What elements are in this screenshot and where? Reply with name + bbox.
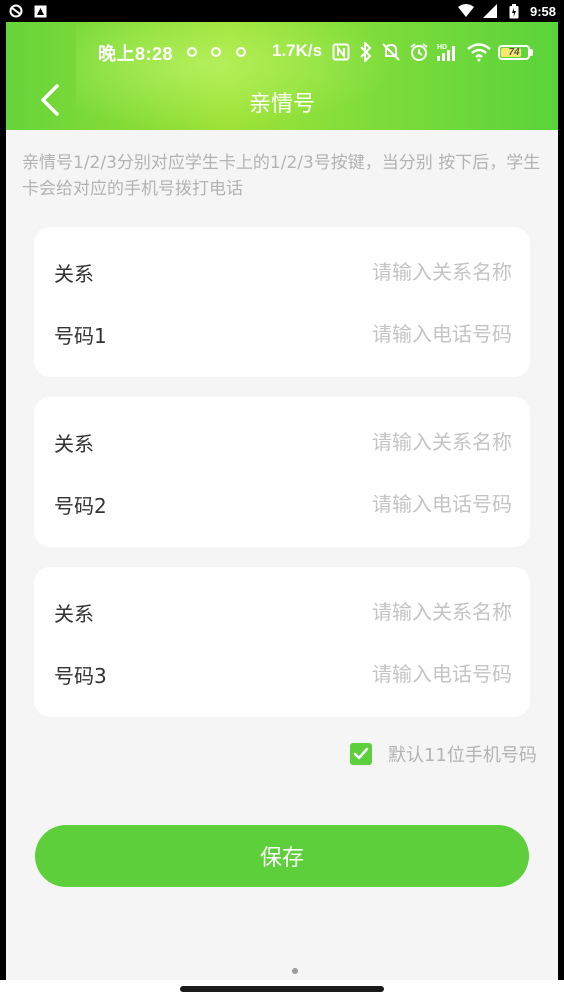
save-button[interactable]: 保存: [35, 825, 529, 887]
relation-label: 关系: [54, 261, 94, 286]
home-indicator[interactable]: [180, 986, 384, 992]
app-screen: 晚上8:28 1.7K/s HD 74 亲情号 亲情号1/2/3分别对应学生卡上…: [6, 22, 558, 980]
number-label: 号码1: [54, 323, 107, 348]
default-checkbox[interactable]: [350, 743, 372, 765]
default-number-option[interactable]: 默认11位手机号码: [350, 742, 537, 766]
signal-icon: [482, 3, 498, 19]
inner-clock: 晚上8:28: [98, 44, 174, 64]
relation-label: 关系: [54, 601, 94, 626]
page-title: 亲情号: [248, 92, 315, 117]
contact-card-3: 关系 号码3: [34, 567, 530, 717]
screen-bezel-right: [558, 22, 564, 980]
system-nav-bar: [0, 980, 564, 1002]
alarm-icon: [408, 41, 430, 63]
relation-row: 关系: [34, 422, 530, 462]
number-row: 号码3: [34, 654, 530, 694]
wifi-icon: [466, 41, 492, 63]
wifi-icon: [457, 3, 474, 19]
nfc-icon: [330, 41, 352, 63]
mute-icon: [380, 41, 402, 63]
number-row: 号码1: [34, 314, 530, 354]
app-notification-icon: [32, 3, 48, 19]
relation-input[interactable]: [272, 600, 512, 624]
checkmark-icon: [353, 747, 369, 760]
contact-card-2: 关系 号码2: [34, 397, 530, 547]
system-status-bar: 9:58: [0, 0, 564, 22]
relation-row: 关系: [34, 252, 530, 292]
inner-status-bar: 晚上8:28 1.7K/s HD 74: [6, 38, 558, 68]
system-clock: 9:58: [529, 3, 556, 19]
network-speed: 1.7K/s: [272, 41, 323, 60]
phone-input[interactable]: [272, 662, 512, 686]
sync-icon: [8, 3, 24, 19]
notification-dot-icon: [211, 47, 221, 57]
cell-signal-icon: HD: [434, 41, 464, 63]
inner-battery-icon: 74: [498, 45, 530, 60]
notification-dot-icon: [187, 47, 197, 57]
contact-card-1: 关系 号码1: [34, 227, 530, 377]
number-label: 号码2: [54, 493, 107, 518]
nav-bar: 亲情号: [6, 76, 558, 124]
hd-label: HD: [437, 44, 447, 51]
phone-input[interactable]: [272, 492, 512, 516]
relation-input[interactable]: [272, 260, 512, 284]
bluetooth-icon: [355, 41, 377, 63]
phone-input[interactable]: [272, 322, 512, 346]
relation-label: 关系: [54, 431, 94, 456]
relation-row: 关系: [34, 592, 530, 632]
battery-icon: [506, 3, 522, 19]
relation-input[interactable]: [272, 430, 512, 454]
header: 晚上8:28 1.7K/s HD 74 亲情号: [6, 22, 558, 130]
page-indicator-dot: [292, 968, 298, 974]
number-row: 号码2: [34, 484, 530, 524]
notification-dot-icon: [236, 47, 246, 57]
number-label: 号码3: [54, 663, 107, 688]
default-option-label: 默认11位手机号码: [388, 745, 537, 766]
battery-level: 74: [508, 47, 520, 58]
hint-text: 亲情号1/2/3分别对应学生卡上的1/2/3号按键，当分别 按下后，学生卡会给对…: [22, 153, 541, 199]
